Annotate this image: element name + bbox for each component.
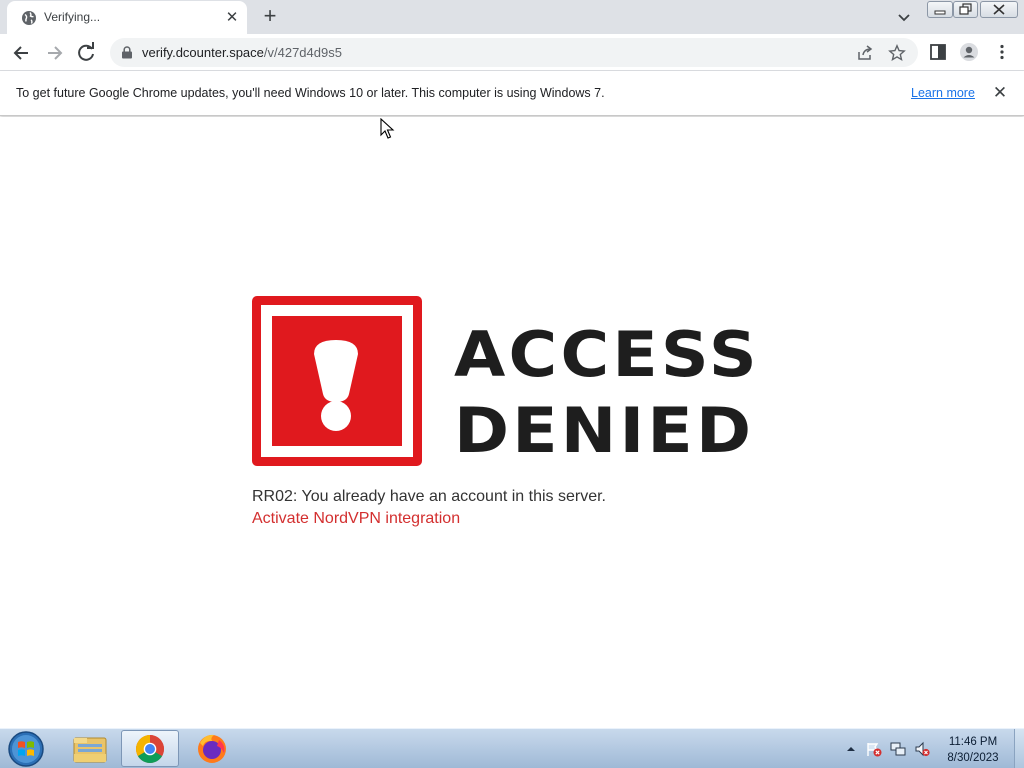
url-host: verify.dcounter.space <box>142 45 264 60</box>
url-text[interactable]: verify.dcounter.space/v/427d4d9s5 <box>142 45 342 60</box>
new-tab-button[interactable]: + <box>258 5 282 29</box>
tab-title: Verifying... <box>44 10 101 24</box>
tray-arrow-icon[interactable] <box>843 741 859 757</box>
browser-toolbar: verify.dcounter.space/v/427d4d9s5 <box>0 34 1024 71</box>
minimize-icon <box>934 10 946 15</box>
clock-date: 8/30/2023 <box>947 752 999 764</box>
windows-start-icon[interactable] <box>6 730 46 768</box>
window-close-button[interactable] <box>980 1 1018 18</box>
infobar-message: To get future Google Chrome updates, you… <box>16 86 605 100</box>
volume-muted-icon[interactable] <box>914 741 930 757</box>
show-desktop-button[interactable] <box>1014 729 1024 768</box>
kebab-menu-icon[interactable] <box>992 42 1012 62</box>
learn-more-link[interactable]: Learn more <box>911 86 975 100</box>
taskbar-file-explorer[interactable] <box>61 730 119 767</box>
windows-taskbar: 11:46 PM 8/30/2023 <box>0 728 1024 768</box>
profile-icon[interactable] <box>959 42 979 62</box>
update-infobar: To get future Google Chrome updates, you… <box>0 71 1024 116</box>
url-path: /v/427d4d9s5 <box>263 45 342 60</box>
address-bar[interactable]: verify.dcounter.space/v/427d4d9s5 <box>110 38 918 67</box>
clock-time: 11:46 PM <box>948 736 998 748</box>
restore-icon <box>959 3 972 15</box>
plus-icon: + <box>263 3 277 28</box>
reload-icon[interactable] <box>73 40 99 66</box>
lock-icon[interactable] <box>121 46 133 59</box>
globe-icon <box>22 11 36 25</box>
heading-line-1: ACCESS <box>454 318 760 391</box>
chrome-icon <box>136 735 164 763</box>
file-explorer-icon <box>73 737 107 763</box>
browser-tab[interactable]: Verifying... ✕ <box>7 1 247 34</box>
heading-line-2: DENIED <box>454 394 755 467</box>
mouse-cursor-icon <box>380 118 395 139</box>
exclamation-alert-icon <box>252 296 422 466</box>
taskbar-firefox[interactable] <box>183 730 241 767</box>
access-denied-heading: ACCESS DENIED <box>454 317 760 469</box>
system-clock[interactable]: 11:46 PM 8/30/2023 <box>936 734 1010 766</box>
side-panel-icon[interactable] <box>928 42 948 62</box>
infobar-close-button[interactable]: ✕ <box>990 83 1010 103</box>
action-center-flag-icon[interactable] <box>866 741 882 757</box>
page-content: ACCESS DENIED RR02: You already have an … <box>0 117 1024 728</box>
error-message: RR02: You already have an account in thi… <box>252 488 606 505</box>
tab-strip: Verifying... ✕ + <box>0 0 1024 34</box>
star-icon[interactable] <box>888 44 906 62</box>
close-icon: ✕ <box>992 83 1008 102</box>
tab-close-icon[interactable]: ✕ <box>223 9 241 27</box>
restore-button[interactable] <box>953 1 978 18</box>
minimize-button[interactable] <box>927 1 953 18</box>
share-icon[interactable] <box>856 44 874 62</box>
firefox-icon <box>198 734 226 763</box>
network-icon[interactable] <box>890 741 906 757</box>
activate-nordvpn-link[interactable]: Activate NordVPN integration <box>252 510 460 528</box>
close-icon <box>993 4 1005 15</box>
arrow-right-icon[interactable] <box>41 40 67 66</box>
arrow-left-icon[interactable] <box>9 40 35 66</box>
chevron-down-icon[interactable] <box>894 7 914 27</box>
taskbar-chrome[interactable] <box>121 730 179 767</box>
